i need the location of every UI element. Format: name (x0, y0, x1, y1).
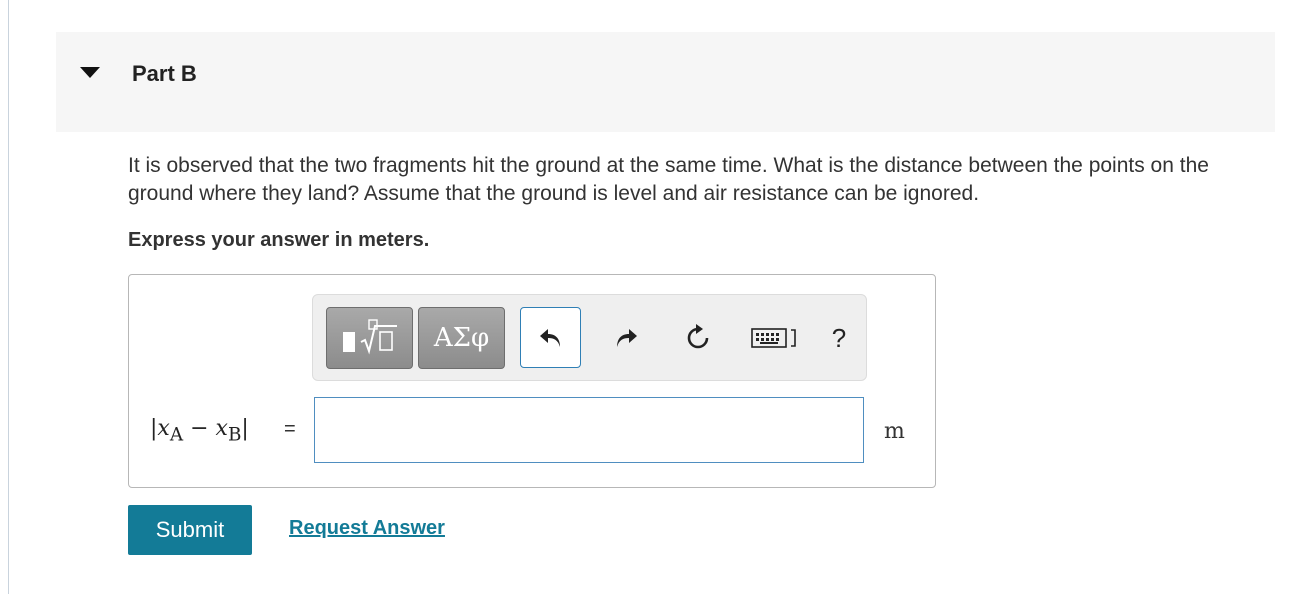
keyboard-button[interactable] (750, 320, 802, 356)
label-minus: − (190, 416, 209, 441)
question-text: It is observed that the two fragments hi… (128, 154, 1209, 205)
templates-button[interactable] (326, 307, 413, 369)
left-border-line (8, 0, 9, 594)
collapse-caret-icon[interactable] (80, 67, 100, 78)
submit-button[interactable]: Submit (128, 505, 252, 555)
redo-icon (617, 329, 637, 347)
keyboard-icon (751, 328, 796, 348)
redo-button[interactable] (608, 320, 644, 356)
part-title: Part B (132, 61, 197, 86)
request-answer-link[interactable]: Request Answer (289, 517, 445, 540)
abs-bar-right: | (241, 416, 249, 441)
reset-icon (687, 324, 709, 349)
answer-unit: m (884, 419, 905, 444)
part-header[interactable] (56, 32, 1275, 132)
answer-input[interactable] (314, 397, 864, 463)
reset-button[interactable] (680, 320, 716, 356)
label-sub-2: B (227, 424, 242, 446)
undo-icon (539, 328, 560, 347)
equals-sign: = (284, 418, 296, 440)
answer-variable-label: |xA − xB| (150, 416, 249, 445)
answer-instruction: Express your answer in meters. (128, 229, 430, 251)
undo-button[interactable] (520, 307, 581, 368)
templates-sqrt-icon (342, 319, 397, 355)
label-var-2: x (215, 416, 228, 441)
greek-symbols-button[interactable]: ΑΣφ (418, 307, 505, 369)
label-sub-1: A (169, 424, 184, 446)
help-button[interactable]: ? (824, 320, 854, 356)
label-var-1: x (157, 416, 170, 441)
